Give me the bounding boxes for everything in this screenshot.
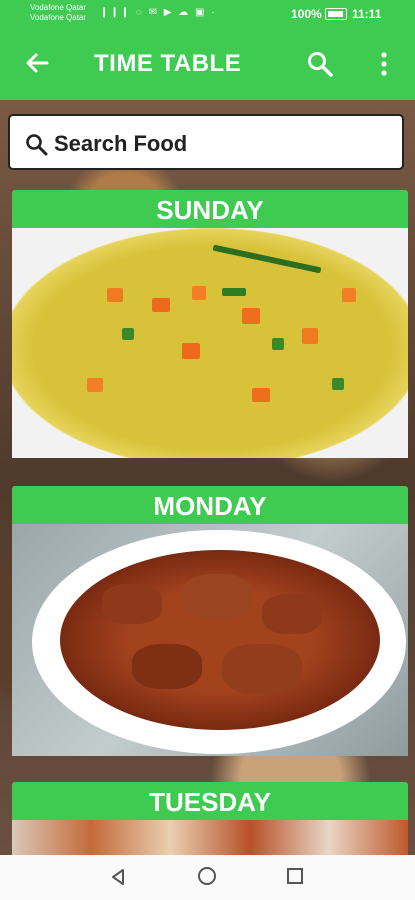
carrot-piece: [152, 298, 170, 312]
meat-chunk: [132, 644, 202, 689]
carrot-piece: [342, 288, 356, 302]
battery-icon: [325, 8, 347, 20]
carrot-piece: [242, 308, 260, 324]
meat-chunk: [182, 574, 252, 619]
carrier-1: Vodafone Qatar: [30, 3, 87, 12]
carrot-piece: [87, 378, 103, 392]
carrot-piece: [192, 286, 206, 300]
day-label: TUESDAY: [12, 782, 408, 820]
carrot-piece: [252, 388, 270, 402]
carrier-labels: Vodafone Qatar Vodafone Qatar: [30, 3, 86, 23]
nav-recents-icon[interactable]: [287, 868, 303, 884]
app-bar: TIME TABLE: [0, 28, 415, 100]
carrier-2: Vodafone Qatar: [30, 13, 87, 22]
food-image-jollof-rice[interactable]: [12, 228, 408, 458]
day-card-tuesday[interactable]: TUESDAY: [12, 782, 408, 860]
status-icons: ❙❙❙ ◌ ✉ ▶ ☁ ▣ ·: [100, 7, 217, 18]
onion-piece: [222, 288, 246, 296]
pea-piece: [122, 328, 134, 340]
clock: 11:11: [352, 7, 382, 21]
meat-chunk: [102, 584, 162, 624]
more-vert-icon[interactable]: [370, 50, 398, 78]
carrot-piece: [107, 288, 123, 302]
day-card-sunday[interactable]: SUNDAY: [12, 190, 408, 458]
nav-back-icon[interactable]: [108, 867, 128, 887]
food-image-stew[interactable]: [12, 524, 408, 756]
pea-piece: [272, 338, 284, 350]
search-field-icon: [24, 132, 48, 156]
carrot-piece: [182, 343, 200, 359]
search-input[interactable]: [52, 126, 396, 162]
rice-plate: [12, 228, 408, 458]
status-bar: Vodafone Qatar Vodafone Qatar ❙❙❙ ◌ ✉ ▶ …: [0, 0, 415, 28]
search-icon[interactable]: [306, 50, 334, 78]
meat-chunk: [262, 594, 322, 634]
day-card-monday[interactable]: MONDAY: [12, 486, 408, 756]
food-image-tuesday[interactable]: [12, 820, 408, 860]
arrow-left-icon[interactable]: [22, 48, 52, 78]
search-box[interactable]: [8, 114, 404, 170]
day-label: MONDAY: [12, 486, 408, 524]
meat-chunk: [222, 644, 302, 694]
pea-piece: [332, 378, 344, 390]
day-label: SUNDAY: [12, 190, 408, 228]
system-nav-bar: [0, 855, 415, 900]
page-title: TIME TABLE: [94, 50, 242, 77]
battery-percent: 100%: [291, 7, 322, 21]
nav-home-icon[interactable]: [198, 867, 216, 885]
carrot-piece: [302, 328, 318, 344]
